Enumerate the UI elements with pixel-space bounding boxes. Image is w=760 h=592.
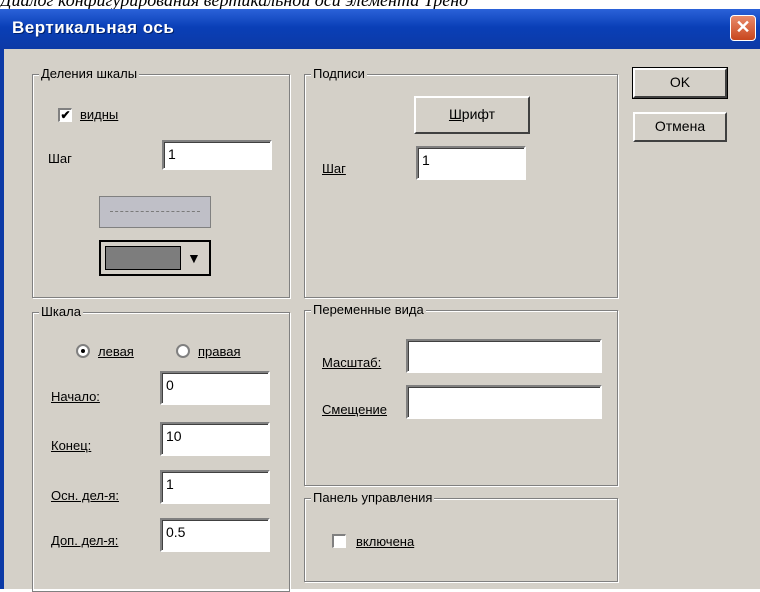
scale-legend: Шкала bbox=[39, 304, 83, 320]
close-icon: ✕ bbox=[735, 17, 751, 37]
scale-start-label: Начало: bbox=[51, 389, 100, 404]
control-panel-label: включена bbox=[356, 534, 415, 549]
view-offset-label: Смещение bbox=[322, 402, 388, 417]
view-scale-input[interactable] bbox=[406, 339, 602, 373]
ticks-step-input[interactable]: 1 bbox=[162, 140, 272, 170]
window-title: Вертикальная ось bbox=[12, 18, 175, 37]
font-button[interactable]: Шрифт bbox=[414, 96, 530, 134]
scale-minor-input[interactable]: 0.5 bbox=[160, 518, 270, 552]
scale-right-radio[interactable] bbox=[176, 344, 190, 358]
labels-step-input[interactable]: 1 bbox=[416, 146, 526, 180]
scale-major-label: Осн. дел-я: bbox=[51, 488, 119, 503]
control-panel-group: Панель управления bbox=[304, 490, 618, 582]
title-bar[interactable]: Вертикальная ось ✕ bbox=[0, 9, 760, 49]
font-button-hotkey: Ш bbox=[448, 106, 462, 122]
tick-color-dropdown[interactable]: ▼ bbox=[99, 240, 211, 276]
scale-major-input[interactable]: 1 bbox=[160, 470, 270, 504]
line-style-sample[interactable] bbox=[99, 196, 211, 228]
ok-button[interactable]: OK bbox=[632, 67, 728, 99]
dialog-window: Вертикальная ось ✕ Деления шкалы ✔ видны… bbox=[0, 9, 760, 592]
dashed-line-icon bbox=[110, 211, 200, 212]
labels-legend: Подписи bbox=[311, 66, 367, 82]
labels-step-label: Шаг bbox=[322, 161, 346, 176]
font-button-label: рифт bbox=[461, 106, 496, 122]
figure-caption: Диалог конфигурирования вертикальной оси… bbox=[0, 0, 760, 9]
ticks-visible-checkbox[interactable]: ✔ bbox=[58, 108, 72, 122]
ticks-step-label: Шаг bbox=[48, 151, 72, 166]
close-button[interactable]: ✕ bbox=[730, 15, 756, 41]
cancel-button[interactable]: Отмена bbox=[633, 112, 727, 142]
ticks-legend: Деления шкалы bbox=[39, 66, 140, 82]
scale-left-radio[interactable] bbox=[76, 344, 90, 358]
scale-left-label: левая bbox=[98, 344, 134, 359]
control-panel-legend: Панель управления bbox=[311, 490, 435, 506]
view-vars-legend: Переменные вида bbox=[311, 302, 426, 318]
control-panel-checkbox[interactable] bbox=[332, 534, 346, 548]
dialog-body: Деления шкалы ✔ видны Шаг 1 ▼ Шкала лева… bbox=[0, 49, 760, 592]
ticks-visible-label: видны bbox=[80, 107, 119, 122]
dropdown-arrow-icon: ▼ bbox=[187, 250, 201, 266]
scale-start-input[interactable]: 0 bbox=[160, 371, 270, 405]
scale-minor-label: Доп. дел-я: bbox=[51, 533, 119, 548]
color-swatch bbox=[105, 246, 181, 270]
scale-end-label: Конец: bbox=[51, 438, 92, 453]
checkmark-icon: ✔ bbox=[60, 108, 71, 122]
view-offset-input[interactable] bbox=[406, 385, 602, 419]
scale-end-input[interactable]: 10 bbox=[160, 422, 270, 456]
view-scale-label: Масштаб: bbox=[322, 355, 382, 370]
scale-right-label: правая bbox=[198, 344, 241, 359]
